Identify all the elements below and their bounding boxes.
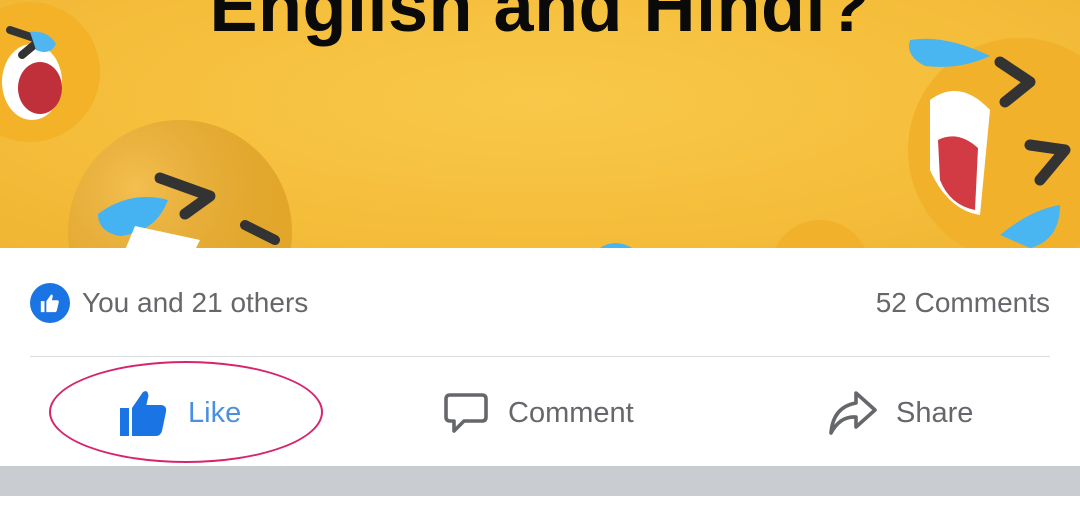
post-actions-bar: Like Comment Share xyxy=(0,360,1080,466)
share-label: Share xyxy=(896,396,974,429)
like-label: Like xyxy=(188,396,242,429)
share-button[interactable]: Share xyxy=(828,360,973,466)
image-title: English and Hindi? xyxy=(209,0,871,47)
reactions-summary[interactable]: You and 21 others xyxy=(30,283,308,323)
divider xyxy=(30,356,1050,357)
emoji-right xyxy=(908,38,1080,248)
reactions-summary-text: You and 21 others xyxy=(82,287,309,318)
speech-bubble-icon xyxy=(442,389,490,437)
thumbs-up-icon xyxy=(30,283,70,323)
comments-count-link[interactable]: 52 Comments xyxy=(876,287,1050,319)
comment-button[interactable]: Comment xyxy=(442,360,634,466)
feed-separator xyxy=(0,466,1080,496)
share-arrow-icon xyxy=(828,389,878,437)
like-button[interactable]: Like xyxy=(118,360,241,466)
thumbs-up-icon xyxy=(118,388,170,438)
reactions-summary-row: You and 21 others 52 Comments xyxy=(30,280,1050,326)
comment-label: Comment xyxy=(508,396,634,429)
emoji-left-bottom xyxy=(68,120,292,248)
post-image[interactable]: English and Hindi? xyxy=(0,0,1080,248)
